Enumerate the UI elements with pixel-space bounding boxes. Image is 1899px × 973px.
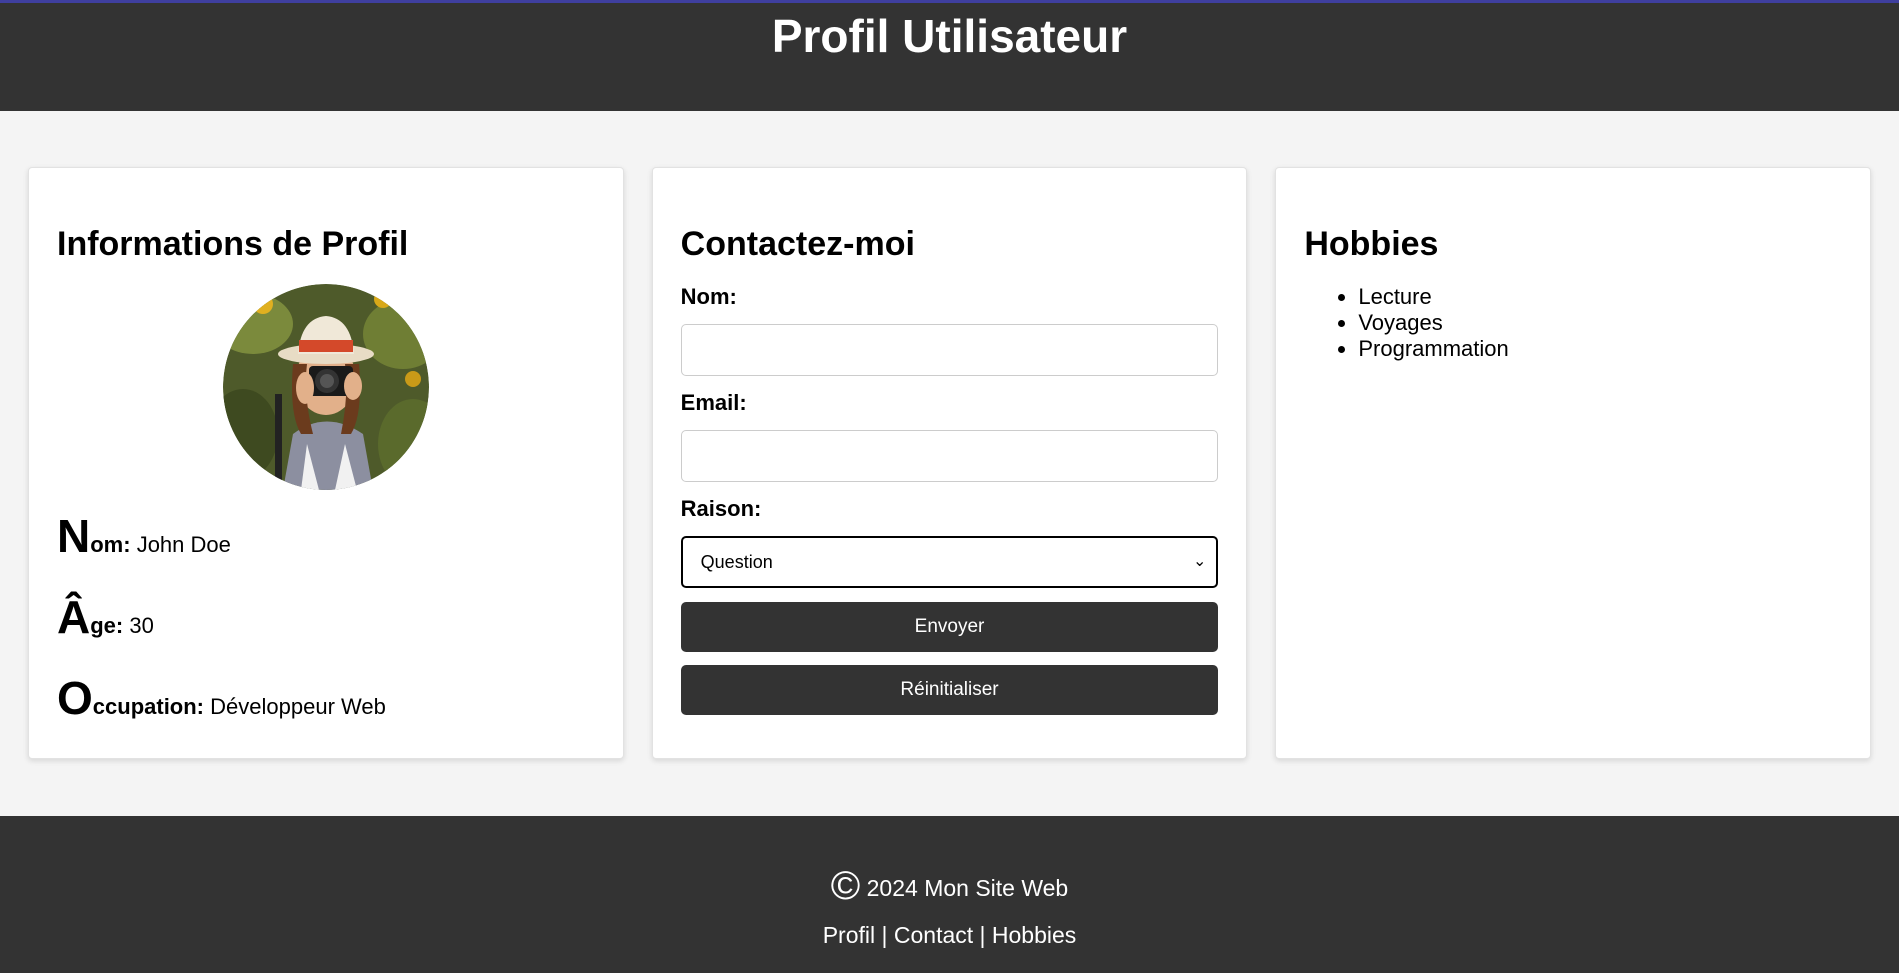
submit-button[interactable]: Envoyer [680, 602, 1219, 652]
profile-occupation-line: Occupation: Développeur Web [57, 674, 595, 731]
footer-link-hobbies[interactable]: Hobbies [992, 922, 1076, 948]
footer-separator: | [979, 922, 986, 948]
footer-separator: | [881, 922, 888, 948]
copyright-text: 2024 Mon Site Web [866, 875, 1069, 901]
profile-name-line: Nom: John Doe [57, 512, 595, 569]
profile-age-label: ge: [90, 613, 124, 638]
chevron-down-icon: ⌄ [1192, 553, 1207, 570]
contact-card: Contactez-moi Nom: Email: Raison: Questi… [651, 167, 1248, 759]
avatar [222, 284, 429, 490]
profile-occupation-value: Développeur Web [210, 694, 386, 719]
site-footer: © 2024 Mon Site Web Profil | Contact | H… [0, 816, 1899, 973]
hobbies-card: Hobbies Lecture Voyages Programmation [1275, 167, 1872, 759]
copyright-icon: © [830, 864, 861, 908]
main-content: Informations de Profil Nom: John Doe Âge… [0, 111, 1899, 759]
reset-button[interactable]: Réinitialiser [680, 665, 1219, 715]
footer-link-profil[interactable]: Profil [823, 922, 875, 948]
page-title: Profil Utilisateur [771, 10, 1128, 62]
profile-occupation-cap: O [57, 672, 93, 724]
email-field[interactable] [680, 430, 1219, 482]
hobbies-heading: Hobbies [1304, 225, 1439, 263]
profile-age-cap: Â [57, 591, 91, 643]
profile-name-value: John Doe [136, 532, 231, 557]
copyright: © 2024 Mon Site Web [0, 866, 1899, 908]
footer-link-contact[interactable]: Contact [894, 922, 973, 948]
list-item: Voyages [1358, 310, 1842, 336]
profile-name-cap: N [57, 510, 91, 562]
profile-age-line: Âge: 30 [57, 593, 595, 650]
name-label: Nom: [680, 284, 737, 309]
profile-age-value: 30 [129, 613, 154, 638]
reason-select[interactable]: Question ⌄ [680, 536, 1219, 588]
reason-label: Raison: [680, 496, 762, 521]
photo-icon [222, 284, 429, 490]
site-header: Profil Utilisateur [0, 3, 1899, 111]
profile-occupation-label: ccupation: [92, 694, 205, 719]
list-item: Programmation [1358, 336, 1842, 362]
list-item: Lecture [1358, 284, 1842, 310]
name-field[interactable] [680, 324, 1219, 376]
profile-card: Informations de Profil Nom: John Doe Âge… [28, 167, 624, 759]
footer-links: Profil | Contact | Hobbies [0, 920, 1899, 950]
profile-name-label: om: [90, 532, 131, 557]
hobbies-list: Lecture Voyages Programmation [1304, 284, 1842, 362]
profile-heading: Informations de Profil [57, 225, 409, 263]
reason-selected-value: Question [700, 552, 773, 572]
contact-heading: Contactez-moi [680, 225, 915, 263]
email-label: Email: [680, 390, 747, 415]
page: Profil Utilisateur Informations de Profi… [0, 0, 1899, 973]
